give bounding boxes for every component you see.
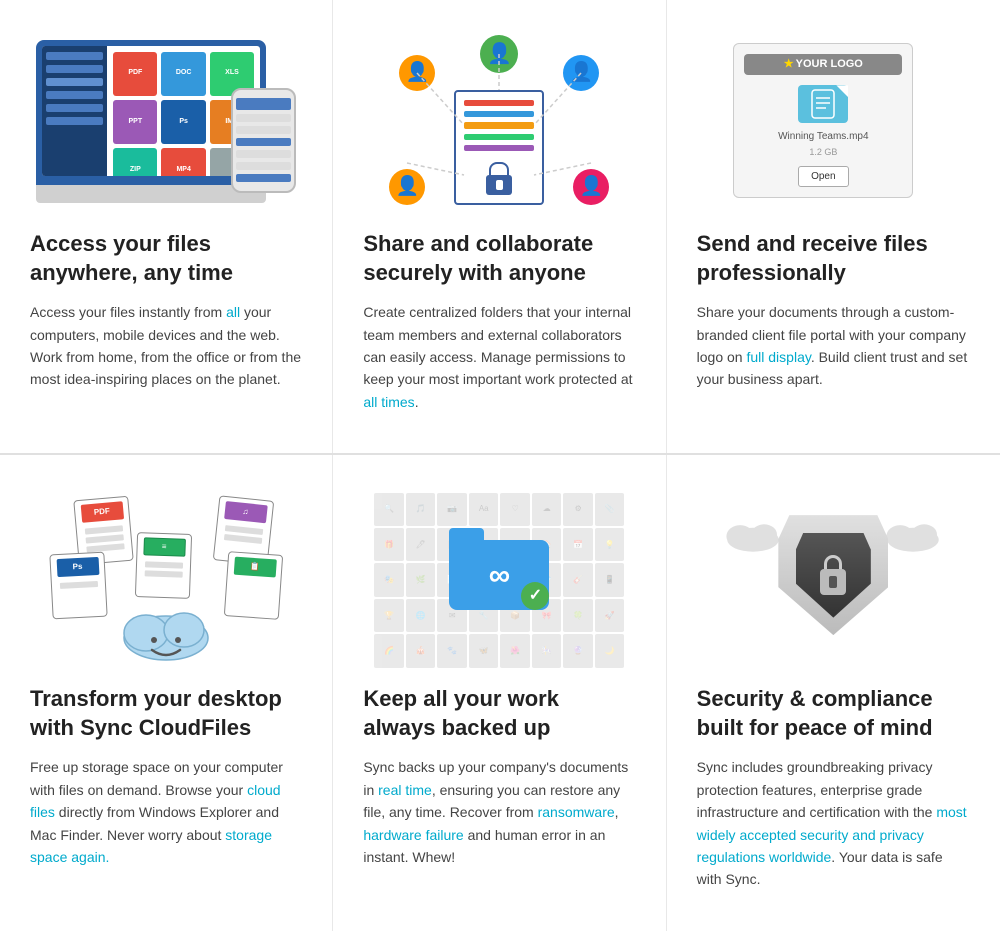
- backup-folder-icon: ∞ ✓: [449, 540, 549, 610]
- portal-file-icon: [798, 85, 848, 123]
- backup-infinity-icon: ∞: [489, 553, 510, 598]
- feature-desktop: PDF ♫ ≡ Ps: [0, 455, 333, 931]
- portal-logo-text: YOUR LOGO: [796, 56, 863, 73]
- feature-security: Security & compliance built for peace of…: [667, 455, 1000, 931]
- backup-desc: Sync backs up your company's documents i…: [363, 756, 635, 868]
- security-shield: [778, 515, 888, 645]
- backup-check-icon: ✓: [521, 582, 549, 610]
- illus-desktop-files: PDF ♫ ≡ Ps: [30, 485, 302, 675]
- desktop-desc: Free up storage space on your computer w…: [30, 756, 302, 868]
- security-title: Security & compliance built for peace of…: [697, 685, 970, 742]
- cloud-left: [723, 515, 783, 563]
- share-title: Share and collaborate securely with anyo…: [363, 230, 635, 287]
- portal-filename: Winning Teams.mp4: [778, 129, 868, 144]
- portal-filesize: 1.2 GB: [809, 146, 837, 160]
- bottom-section: PDF ♫ ≡ Ps: [0, 455, 1000, 931]
- logo-star: ★: [784, 56, 794, 73]
- send-title: Send and receive files professionally: [697, 230, 970, 287]
- feature-share: 👤 👤 👤 👤 👤: [333, 0, 666, 453]
- feature-access: PDF DOC XLS PPT Ps IMG ZIP MP4: [0, 0, 333, 453]
- security-desc: Sync includes groundbreaking privacy pro…: [697, 756, 970, 890]
- desktop-title: Transform your desktop with Sync CloudFi…: [30, 685, 302, 742]
- feature-backup: 🔍 🎵 📷 Aa ♡ ☁ ⚙ 📎 🎁 🖊 📋 🔒 🌟 🏠 📅 💡: [333, 455, 666, 931]
- access-title: Access your files anywhere, any time: [30, 230, 302, 287]
- share-desc: Create centralized folders that your int…: [363, 301, 635, 413]
- send-desc: Share your documents through a custom-br…: [697, 301, 970, 391]
- illus-access: PDF DOC XLS PPT Ps IMG ZIP MP4: [30, 30, 302, 220]
- feature-send: ★ YOUR LOGO Winning Teams.mp4 1.2 GB Op: [667, 0, 1000, 453]
- illus-send: ★ YOUR LOGO Winning Teams.mp4 1.2 GB Op: [697, 30, 970, 220]
- access-desc: Access your files instantly from all you…: [30, 301, 302, 391]
- top-section: PDF DOC XLS PPT Ps IMG ZIP MP4: [0, 0, 1000, 455]
- cloud-right: [883, 515, 943, 563]
- illus-backup: 🔍 🎵 📷 Aa ♡ ☁ ⚙ 📎 🎁 🖊 📋 🔒 🌟 🏠 📅 💡: [363, 485, 635, 675]
- illus-security: [697, 485, 970, 675]
- portal-open-btn[interactable]: Open: [798, 166, 848, 187]
- cloud-smile-svg: [116, 598, 216, 668]
- illus-share: 👤 👤 👤 👤 👤: [363, 30, 635, 220]
- backup-title: Keep all your work always backed up: [363, 685, 635, 742]
